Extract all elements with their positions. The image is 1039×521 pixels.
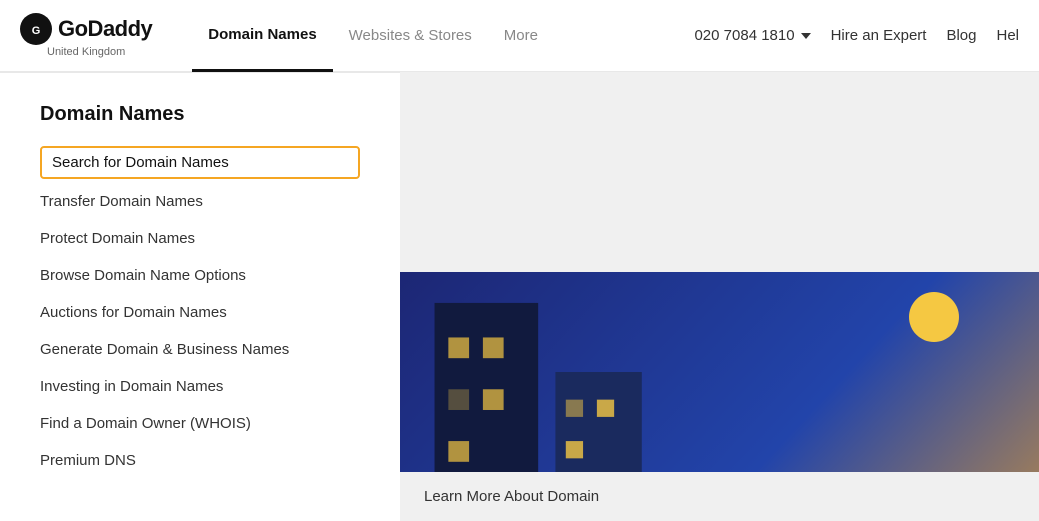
- dropdown-link-generate[interactable]: Generate Domain & Business Names: [40, 331, 360, 368]
- nav-item-domain-names[interactable]: Domain Names: [192, 0, 332, 72]
- dropdown-link-search-domain[interactable]: Search for Domain Names: [40, 146, 360, 179]
- header-right: 020 7084 1810 Hire an Expert Blog Hel: [694, 27, 1019, 44]
- help-link[interactable]: Hel: [996, 27, 1019, 44]
- promo-label[interactable]: Learn More About Domain: [400, 472, 623, 521]
- dropdown-link-investing[interactable]: Investing in Domain Names: [40, 368, 360, 405]
- dropdown-link-transfer[interactable]: Transfer Domain Names: [40, 183, 360, 220]
- dropdown-link-browse[interactable]: Browse Domain Name Options: [40, 257, 360, 294]
- svg-text:www: www: [780, 430, 1039, 472]
- dropdown-menu: Domain Names Search for Domain Names Tra…: [0, 72, 400, 521]
- logo-brand-name: GoDaddy: [58, 16, 152, 42]
- promo-image: www: [400, 272, 1039, 472]
- nav-item-more[interactable]: More: [488, 0, 554, 72]
- dropdown-link-whois[interactable]: Find a Domain Owner (WHOIS): [40, 405, 360, 442]
- phone-number: 020 7084 1810: [694, 27, 794, 44]
- blog-link[interactable]: Blog: [946, 27, 976, 44]
- dropdown-link-premium-dns[interactable]: Premium DNS: [40, 442, 360, 479]
- logo-subtitle: United Kingdom: [47, 46, 125, 58]
- logo-area[interactable]: G GoDaddy United Kingdom: [20, 13, 152, 58]
- dropdown-link-auctions[interactable]: Auctions for Domain Names: [40, 294, 360, 331]
- logo-image: G GoDaddy: [20, 13, 152, 45]
- phone-chevron-down-icon: [801, 33, 811, 39]
- phone-area[interactable]: 020 7084 1810: [694, 27, 810, 44]
- dropdown-overlay: Domain Names Search for Domain Names Tra…: [0, 72, 1039, 521]
- dropdown-promo-panel: www Learn More About Domain: [400, 72, 1039, 521]
- main-nav: Domain Names Websites & Stores More: [192, 0, 694, 72]
- dropdown-title: Domain Names: [40, 103, 360, 126]
- hire-expert-link[interactable]: Hire an Expert: [831, 27, 927, 44]
- header: G GoDaddy United Kingdom Domain Names We…: [0, 0, 1039, 72]
- dropdown-link-protect[interactable]: Protect Domain Names: [40, 220, 360, 257]
- svg-text:G: G: [32, 25, 41, 37]
- godaddy-logo-icon: G: [20, 13, 52, 45]
- nav-item-websites-stores[interactable]: Websites & Stores: [333, 0, 488, 72]
- moon-decoration: [909, 292, 959, 342]
